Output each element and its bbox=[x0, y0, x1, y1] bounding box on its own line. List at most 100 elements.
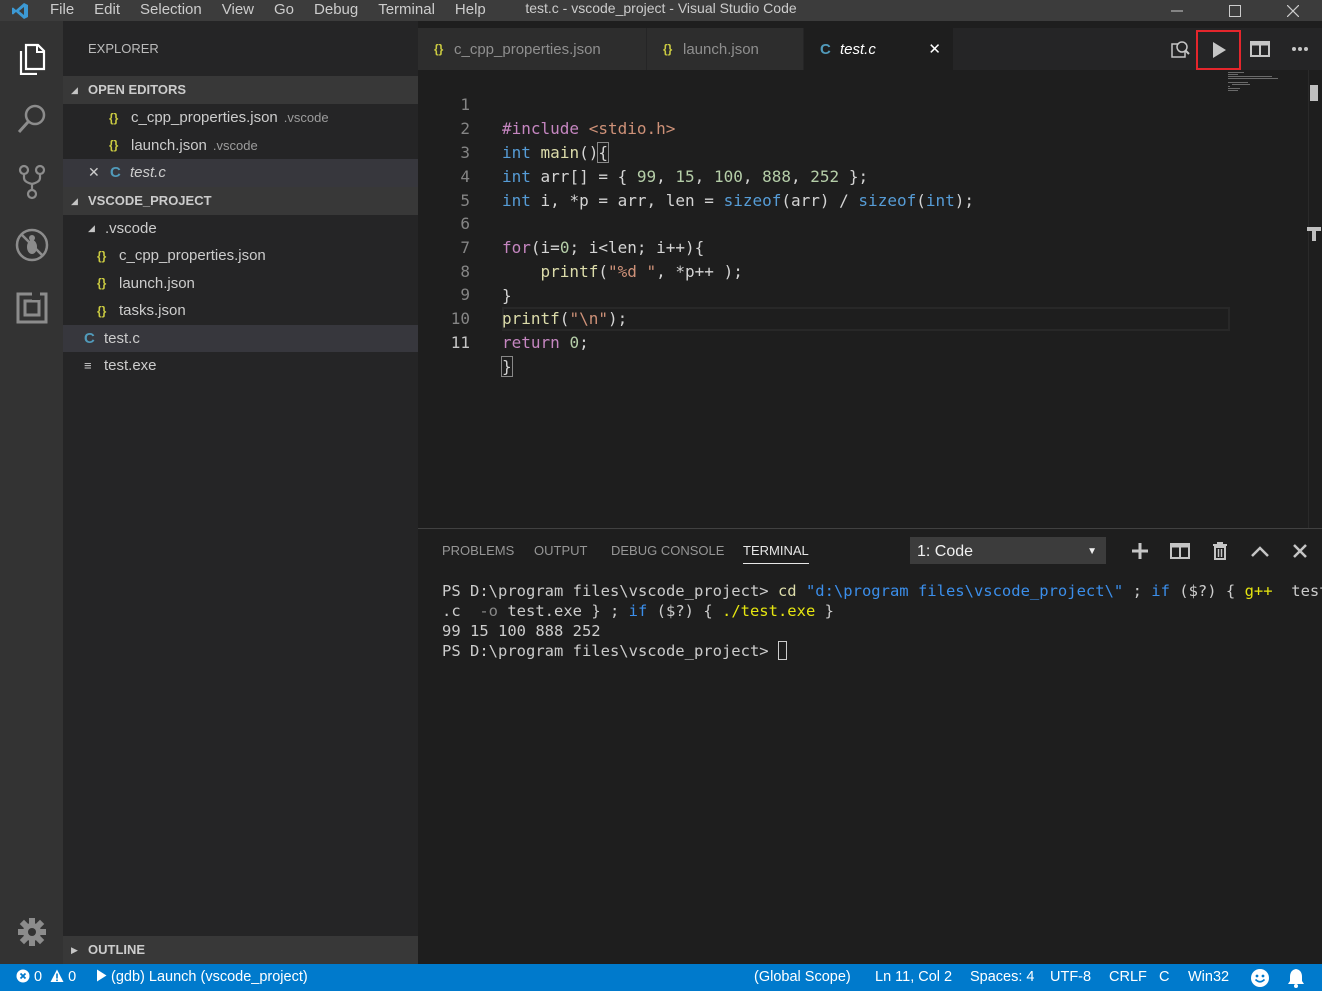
search-icon[interactable] bbox=[0, 89, 63, 149]
folder-item[interactable]: ◢ .vscode bbox=[63, 215, 418, 243]
cursor-position-status[interactable]: Ln 11, Col 2 bbox=[875, 964, 952, 991]
menu-go[interactable]: Go bbox=[264, 0, 304, 21]
menu-terminal[interactable]: Terminal bbox=[368, 0, 445, 21]
maximize-panel-icon[interactable] bbox=[1240, 537, 1280, 565]
open-editor-item-active[interactable]: ✕ C test.c bbox=[63, 159, 418, 187]
tab-test-c[interactable]: C test.c ✕ bbox=[804, 28, 954, 70]
file-item[interactable]: {} c_cpp_properties.json bbox=[63, 242, 418, 270]
minimize-icon[interactable] bbox=[1148, 0, 1206, 21]
file-name: c_cpp_properties.json bbox=[119, 247, 266, 265]
close-icon[interactable]: ✕ bbox=[928, 40, 941, 58]
indentation-status[interactable]: Spaces: 4 bbox=[970, 964, 1035, 991]
code-text: return 0; bbox=[502, 333, 589, 352]
run-icon bbox=[97, 969, 107, 982]
terminal-prompt: PS D:\program files\vscode_project> bbox=[442, 582, 778, 600]
open-editors-label: OPEN EDITORS bbox=[88, 82, 187, 97]
file-name: tasks.json bbox=[119, 302, 186, 320]
file-item[interactable]: {} tasks.json bbox=[63, 297, 418, 325]
problems-status[interactable]: 0 0 bbox=[16, 964, 76, 991]
extensions-icon[interactable] bbox=[0, 278, 63, 338]
eol-status[interactable]: CRLF bbox=[1109, 964, 1147, 991]
debug-icon[interactable] bbox=[0, 215, 63, 275]
file-item[interactable]: {} launch.json bbox=[63, 270, 418, 298]
cursor-marker-stem bbox=[1312, 227, 1316, 241]
code-line: 5 bbox=[418, 165, 1308, 210]
open-preview-icon[interactable] bbox=[1160, 28, 1200, 70]
menu-debug[interactable]: Debug bbox=[304, 0, 368, 21]
open-editor-item[interactable]: {} launch.json .vscode bbox=[63, 132, 418, 160]
chevron-right-icon: ▶ bbox=[71, 945, 78, 955]
code-line: 11 } bbox=[418, 307, 1308, 377]
error-count: 0 bbox=[34, 969, 43, 985]
terminal-output[interactable]: PS D:\program files\vscode_project> cd "… bbox=[442, 581, 1322, 661]
explorer-title: EXPLORER bbox=[88, 41, 159, 56]
menu-view[interactable]: View bbox=[212, 0, 264, 21]
tab-terminal[interactable]: TERMINAL bbox=[743, 543, 809, 564]
project-header[interactable]: ◢ VSCODE_PROJECT bbox=[63, 186, 418, 215]
terminal-text: } bbox=[815, 602, 834, 620]
open-editors-header[interactable]: ◢ OPEN EDITORS bbox=[63, 76, 418, 104]
tab-output[interactable]: OUTPUT bbox=[534, 543, 587, 558]
maximize-icon[interactable] bbox=[1206, 0, 1264, 21]
notifications-bell-icon[interactable] bbox=[1287, 968, 1305, 988]
code-editor[interactable]: 1 #include <stdio.h> 2 int main(){ 3 int… bbox=[418, 70, 1322, 528]
c-file-icon: C bbox=[820, 40, 831, 58]
json-file-icon: {} bbox=[97, 303, 107, 318]
code-line: 7 printf("%d ", *p++ ); bbox=[418, 212, 1308, 281]
code-line: 4 int i, *p = arr, len = sizeof(arr) / s… bbox=[418, 141, 1308, 210]
terminal-command: ./test.exe bbox=[721, 602, 816, 620]
outline-header[interactable]: ▶ OUTLINE bbox=[63, 936, 418, 964]
encoding-status[interactable]: UTF-8 bbox=[1050, 964, 1091, 991]
json-file-icon: {} bbox=[109, 110, 119, 125]
run-icon bbox=[1212, 42, 1226, 58]
kill-terminal-icon[interactable] bbox=[1200, 537, 1240, 565]
file-item-selected[interactable]: C test.c bbox=[63, 324, 418, 352]
close-icon[interactable]: ✕ bbox=[88, 164, 110, 181]
settings-gear-icon[interactable] bbox=[0, 902, 63, 962]
new-terminal-icon[interactable] bbox=[1120, 537, 1160, 565]
scrollbar-thumb[interactable] bbox=[1310, 85, 1318, 101]
more-actions-icon[interactable] bbox=[1280, 28, 1320, 70]
file-item[interactable]: ≡ test.exe bbox=[63, 352, 418, 380]
split-terminal-icon[interactable] bbox=[1160, 537, 1200, 565]
terminal-line: 99 15 100 888 252 bbox=[442, 622, 601, 640]
language-status[interactable]: C bbox=[1159, 964, 1169, 991]
code-line: 10 return 0; bbox=[418, 283, 1308, 352]
line-number: 11 bbox=[450, 333, 470, 352]
terminal-prompt: PS D:\program files\vscode_project> bbox=[442, 642, 778, 660]
scope-status[interactable]: (Global Scope) bbox=[754, 964, 851, 991]
files-icon[interactable] bbox=[0, 29, 63, 89]
platform-status[interactable]: Win32 bbox=[1188, 964, 1229, 991]
run-code-button[interactable] bbox=[1196, 30, 1241, 70]
terminal-select[interactable]: 1: Code ▼ bbox=[910, 537, 1106, 564]
menu-help[interactable]: Help bbox=[445, 0, 496, 21]
source-control-icon[interactable] bbox=[0, 152, 63, 212]
editor-scrollbar[interactable] bbox=[1308, 70, 1322, 528]
tab-debug-console[interactable]: DEBUG CONSOLE bbox=[611, 543, 724, 558]
debug-config-label: (gdb) Launch (vscode_project) bbox=[111, 969, 308, 985]
menu-selection[interactable]: Selection bbox=[130, 0, 212, 21]
close-window-icon[interactable] bbox=[1264, 0, 1322, 21]
tab-c-cpp-properties[interactable]: {} c_cpp_properties.json bbox=[418, 28, 647, 70]
activity-bar bbox=[0, 21, 63, 964]
menu-edit[interactable]: Edit bbox=[84, 0, 130, 21]
tab-problems[interactable]: PROBLEMS bbox=[442, 543, 514, 558]
editor-tab-bar: {} c_cpp_properties.json {} launch.json … bbox=[418, 28, 1322, 70]
feedback-smiley-icon[interactable] bbox=[1250, 968, 1270, 988]
close-panel-icon[interactable] bbox=[1280, 537, 1320, 565]
vscode-logo-icon bbox=[0, 0, 40, 21]
file-name: launch.json bbox=[119, 274, 195, 292]
open-editor-item[interactable]: {} c_cpp_properties.json .vscode bbox=[63, 104, 418, 132]
terminal-line: PS D:\program files\vscode_project> cd "… bbox=[442, 581, 1322, 601]
debug-launch-status[interactable]: (gdb) Launch (vscode_project) bbox=[96, 964, 308, 991]
split-editor-icon[interactable] bbox=[1240, 28, 1280, 70]
binary-file-icon: ≡ bbox=[84, 358, 92, 374]
tab-launch-json[interactable]: {} launch.json bbox=[647, 28, 804, 70]
terminal-line: .c -o test.exe } ; if ($?) { ./test.exe … bbox=[442, 601, 1312, 621]
terminal-command: cd bbox=[777, 582, 797, 600]
open-editor-name: c_cpp_properties.json bbox=[131, 109, 278, 127]
menu-file[interactable]: File bbox=[40, 0, 84, 21]
minimap[interactable] bbox=[1228, 70, 1308, 100]
terminal-line: PS D:\program files\vscode_project> bbox=[442, 641, 1312, 661]
open-editor-desc: .vscode bbox=[283, 110, 329, 126]
